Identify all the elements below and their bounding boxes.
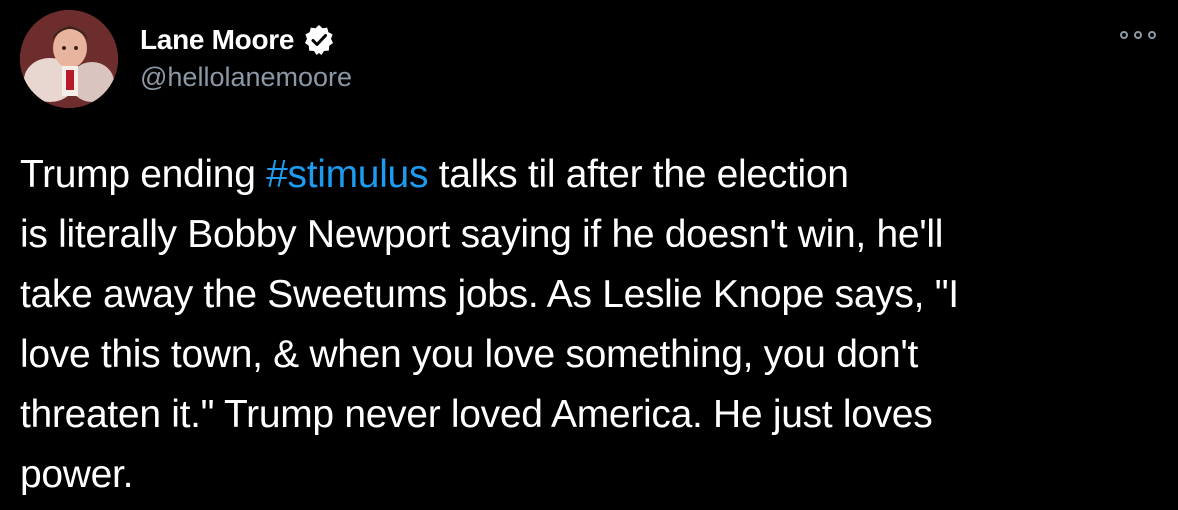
author-block: Lane Moore @hellolanemoore xyxy=(140,22,352,93)
tweet-line: power. xyxy=(20,453,134,496)
tweet-line: threaten it." Trump never loved America.… xyxy=(20,393,933,436)
tweet-line: take away the Sweetums jobs. As Leslie K… xyxy=(20,273,959,316)
tweet-card: Lane Moore @hellolanemoore Trump ending … xyxy=(0,0,1178,510)
tweet-line: Trump ending #stimulus talks til after t… xyxy=(20,145,1130,205)
user-handle[interactable]: @hellolanemoore xyxy=(140,62,352,93)
avatar-image xyxy=(20,10,118,108)
avatar[interactable] xyxy=(20,10,118,108)
tweet-line: is literally Bobby Newport saying if he … xyxy=(20,213,944,256)
hashtag-link[interactable]: #stimulus xyxy=(266,153,428,196)
tweet-text: Trump ending #stimulus talks til after t… xyxy=(20,145,1130,505)
dot xyxy=(1134,31,1142,39)
tweet-line: love this town, & when you love somethin… xyxy=(20,333,919,376)
dot xyxy=(1120,31,1128,39)
display-name[interactable]: Lane Moore xyxy=(140,24,294,56)
dot xyxy=(1148,31,1156,39)
tweet-text-segment: Trump ending xyxy=(20,153,267,196)
verified-badge-icon xyxy=(302,23,336,57)
tweet-text-segment: talks til after the election xyxy=(428,153,849,196)
more-options-icon[interactable] xyxy=(1120,26,1156,44)
name-row: Lane Moore xyxy=(140,22,352,58)
